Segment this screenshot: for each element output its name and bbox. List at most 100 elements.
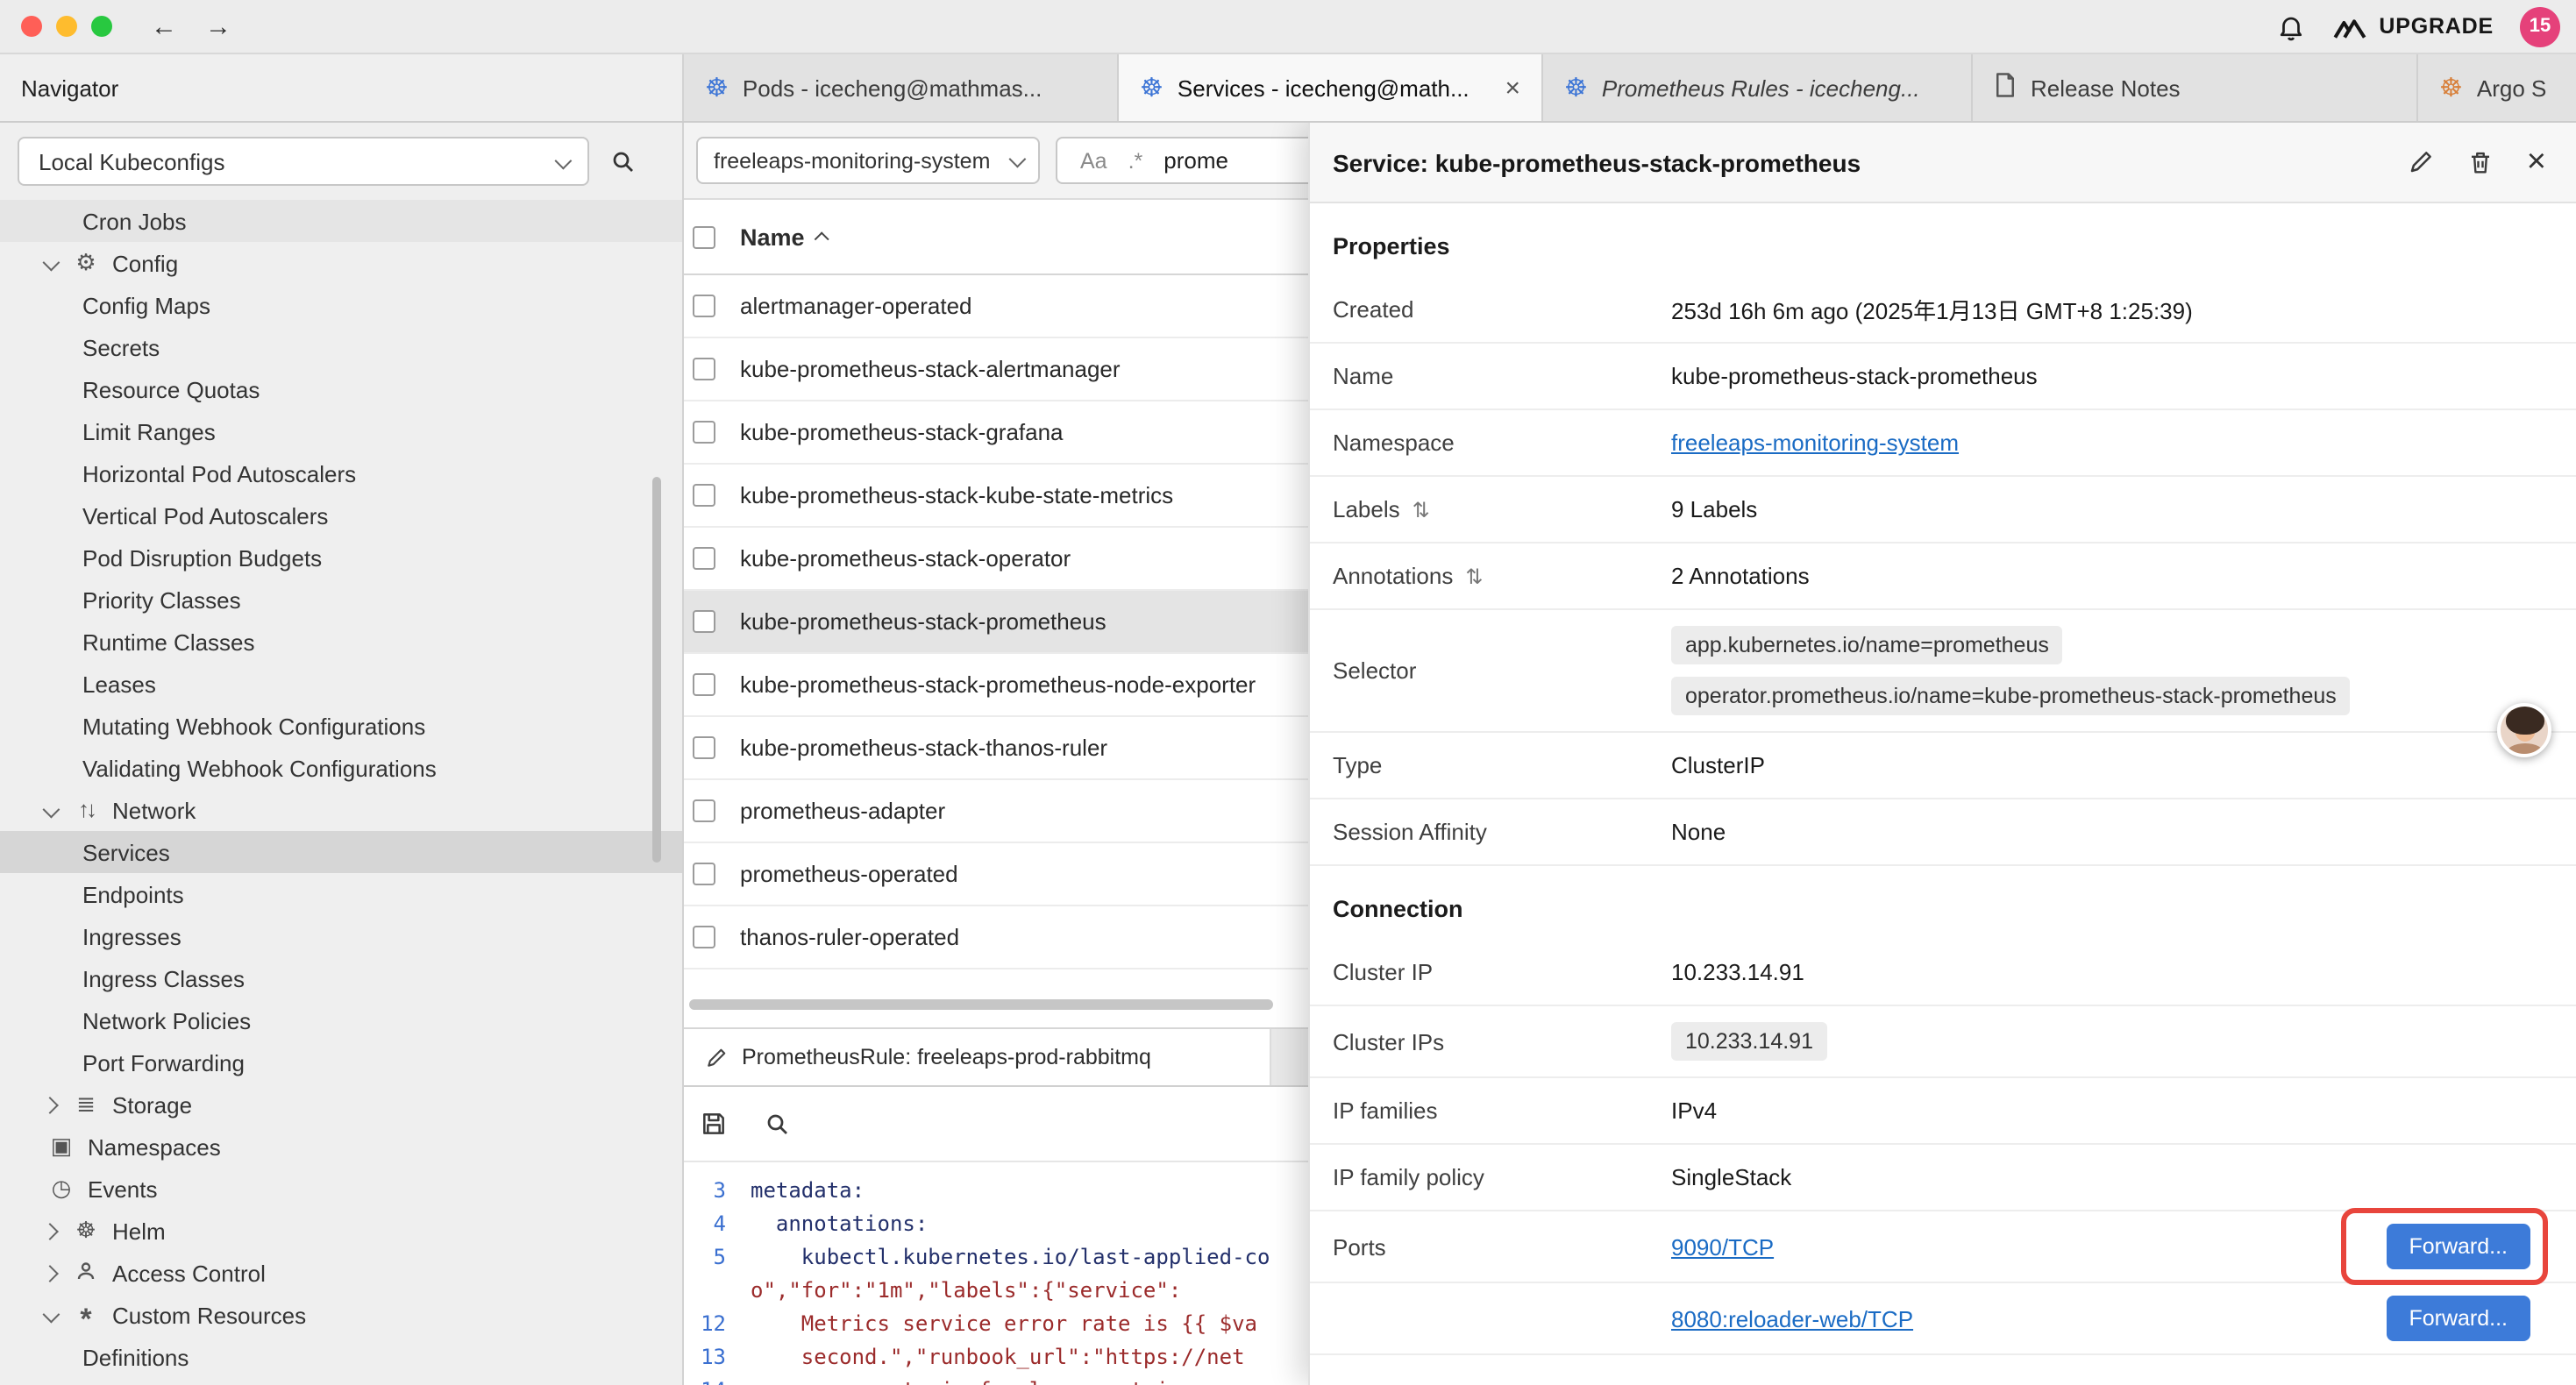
sidebar-scrollbar[interactable] — [652, 477, 661, 863]
editor-search-icon[interactable] — [765, 1111, 791, 1137]
notification-count-badge[interactable]: 15 — [2520, 6, 2560, 46]
namespace-link[interactable]: freeleaps-monitoring-system — [1671, 430, 1959, 456]
zoom-window-button[interactable] — [91, 16, 112, 37]
table-row[interactable]: kube-prometheus-stack-alertmanager — [684, 338, 1308, 401]
upgrade-button[interactable]: UPGRADE — [2331, 13, 2494, 39]
horizontal-scrollbar[interactable] — [689, 999, 1273, 1010]
select-all-checkbox[interactable] — [693, 225, 715, 248]
sidebar-item-mutating-webhook-configurations[interactable]: Mutating Webhook Configurations — [0, 705, 682, 747]
close-window-button[interactable] — [21, 16, 42, 37]
tab-release-notes[interactable]: Release Notes — [1973, 54, 2418, 121]
table-row[interactable]: alertmanager-operated — [684, 275, 1308, 338]
regex-toggle[interactable]: .* — [1128, 148, 1143, 173]
row-checkbox[interactable] — [693, 421, 715, 444]
sidebar-item-access-control[interactable]: Access Control — [0, 1252, 682, 1294]
forward-button[interactable]: Forward... — [2386, 1224, 2530, 1269]
row-checkbox[interactable] — [693, 547, 715, 570]
row-checkbox[interactable] — [693, 863, 715, 885]
sidebar-item-config[interactable]: ⚙Config — [0, 242, 682, 284]
sidebar-item-endpoints[interactable]: Endpoints — [0, 873, 682, 915]
sidebar-item-secrets[interactable]: Secrets — [0, 326, 682, 368]
sidebar-item-limit-ranges[interactable]: Limit Ranges — [0, 410, 682, 452]
expand-collapse-icon[interactable]: ⇅ — [1413, 497, 1430, 522]
sidebar-item-services[interactable]: Services — [0, 831, 682, 873]
table-row[interactable]: kube-prometheus-stack-prometheus-node-ex… — [684, 654, 1308, 717]
sidebar-item-priority-classes[interactable]: Priority Classes — [0, 579, 682, 621]
tab-pods-icecheng-mathmas[interactable]: ☸Pods - icecheng@mathmas... — [684, 54, 1119, 121]
forward-button[interactable]: → — [205, 11, 231, 41]
sidebar-item-definitions[interactable]: Definitions — [0, 1336, 682, 1378]
sidebar-item-helm[interactable]: ☸Helm — [0, 1210, 682, 1252]
network-icon: ↑↓ — [70, 798, 102, 822]
delete-service-icon[interactable] — [2467, 149, 2494, 175]
editor-tab-prometheusrule[interactable]: PrometheusRule: freeleaps-prod-rabbitmq — [684, 1029, 1271, 1085]
sidebar-item-vertical-pod-autoscalers[interactable]: Vertical Pod Autoscalers — [0, 494, 682, 536]
tab-argo-s[interactable]: ☸Argo S — [2418, 54, 2576, 121]
custom-icon: * — [70, 1302, 102, 1328]
sidebar-item-runtime-classes[interactable]: Runtime Classes — [0, 621, 682, 663]
table-row[interactable]: kube-prometheus-stack-kube-state-metrics — [684, 465, 1308, 528]
table-row[interactable]: thanos-ruler-operated — [684, 906, 1308, 970]
sidebar-item-events[interactable]: ◷Events — [0, 1168, 682, 1210]
expand-collapse-icon[interactable]: ⇅ — [1465, 564, 1483, 588]
row-checkbox[interactable] — [693, 799, 715, 822]
window-titlebar: ← → UPGRADE 15 — [0, 0, 2576, 54]
kubeconfig-selector[interactable]: Local Kubeconfigs — [18, 137, 589, 186]
column-name-header[interactable]: Name — [740, 224, 805, 250]
row-checkbox[interactable] — [693, 484, 715, 507]
row-checkbox[interactable] — [693, 736, 715, 759]
minimize-window-button[interactable] — [56, 16, 77, 37]
notifications-bell-icon[interactable] — [2275, 11, 2305, 41]
sidebar-item-custom-resources[interactable]: *Custom Resources — [0, 1294, 682, 1336]
yaml-editor[interactable]: 3metadata:4 annotations:5 kubectl.kubern… — [684, 1162, 1308, 1385]
sidebar-item-config-maps[interactable]: Config Maps — [0, 284, 682, 326]
tab-services-icecheng-math[interactable]: ☸Services - icecheng@math...× — [1119, 54, 1543, 121]
port-link[interactable]: 8080:reloader-web/TCP — [1671, 1305, 1913, 1332]
table-row[interactable]: prometheus-operated — [684, 843, 1308, 906]
table-row[interactable]: kube-prometheus-stack-prometheus — [684, 591, 1308, 654]
sidebar-item-cron-jobs[interactable]: Cron Jobs — [0, 200, 682, 242]
search-input[interactable]: Aa .* prome — [1056, 137, 1308, 184]
sidebar-search-icon[interactable] — [610, 148, 637, 174]
match-case-toggle[interactable]: Aa — [1080, 148, 1107, 173]
table-row[interactable]: kube-prometheus-stack-thanos-ruler — [684, 717, 1308, 780]
row-checkbox[interactable] — [693, 673, 715, 696]
sidebar-item-label: Limit Ranges — [82, 418, 216, 444]
code-text: second.","runbook_url":"https://net — [751, 1341, 1245, 1374]
edit-service-icon[interactable] — [2408, 149, 2434, 175]
code-line: o","for":"1m","labels":{"service": — [684, 1275, 1308, 1308]
sidebar-item-namespaces[interactable]: ▣Namespaces — [0, 1126, 682, 1168]
storage-icon: ≣ — [70, 1092, 102, 1117]
table-row[interactable]: kube-prometheus-stack-grafana — [684, 401, 1308, 465]
close-drawer-icon[interactable]: × — [2527, 148, 2546, 176]
sidebar-item-resource-quotas[interactable]: Resource Quotas — [0, 368, 682, 410]
table-row[interactable]: kube-prometheus-stack-operator — [684, 528, 1308, 591]
service-name: prometheus-operated — [740, 861, 958, 887]
sidebar-item-validating-webhook-configurations[interactable]: Validating Webhook Configurations — [0, 747, 682, 789]
back-button[interactable]: ← — [151, 11, 177, 41]
row-checkbox[interactable] — [693, 358, 715, 380]
table-row[interactable]: prometheus-adapter — [684, 780, 1308, 843]
editor-tab-partial[interactable] — [1289, 1029, 1308, 1085]
close-tab-icon[interactable]: × — [1487, 73, 1520, 103]
editor-tab-label: PrometheusRule: freeleaps-prod-rabbitmq — [742, 1045, 1151, 1069]
sidebar-item-network[interactable]: ↑↓Network — [0, 789, 682, 831]
namespace-filter-select[interactable]: freeleaps-monitoring-system — [696, 137, 1040, 184]
sidebar-item-ingress-classes[interactable]: Ingress Classes — [0, 957, 682, 999]
sidebar-item-pod-disruption-budgets[interactable]: Pod Disruption Budgets — [0, 536, 682, 579]
forward-button[interactable]: Forward... — [2386, 1296, 2530, 1341]
sidebar-item-port-forwarding[interactable]: Port Forwarding — [0, 1041, 682, 1083]
row-checkbox[interactable] — [693, 926, 715, 948]
tab-prometheus-rules-icecheng[interactable]: ☸Prometheus Rules - icecheng... — [1543, 54, 1973, 121]
sidebar-item-ingresses[interactable]: Ingresses — [0, 915, 682, 957]
save-icon[interactable] — [700, 1110, 728, 1138]
helm-icon: ☸ — [70, 1218, 102, 1243]
row-checkbox[interactable] — [693, 610, 715, 633]
row-checkbox[interactable] — [693, 295, 715, 317]
user-avatar[interactable] — [2497, 703, 2551, 757]
sidebar-item-horizontal-pod-autoscalers[interactable]: Horizontal Pod Autoscalers — [0, 452, 682, 494]
sidebar-item-leases[interactable]: Leases — [0, 663, 682, 705]
sidebar-item-network-policies[interactable]: Network Policies — [0, 999, 682, 1041]
port-link[interactable]: 9090/TCP — [1671, 1233, 1774, 1260]
sidebar-item-storage[interactable]: ≣Storage — [0, 1083, 682, 1126]
